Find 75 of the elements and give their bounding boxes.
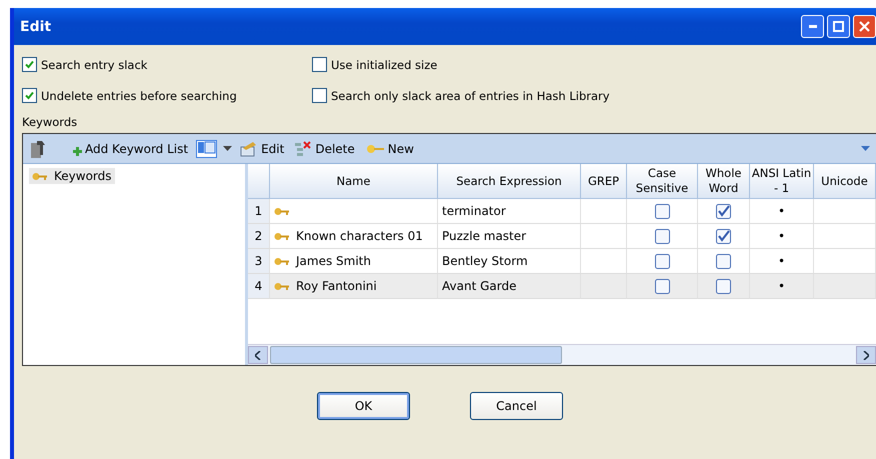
table-cell — [814, 249, 876, 274]
checkbox[interactable] — [22, 88, 37, 103]
option-label: Use initialized size — [331, 58, 438, 72]
key-icon — [274, 232, 290, 240]
table-cell: • — [750, 224, 814, 249]
dialog-button[interactable]: OK — [317, 392, 410, 420]
column-header[interactable]: Name — [270, 164, 438, 199]
column-header[interactable]: Whole Word — [698, 164, 750, 199]
dialog-button[interactable]: Cancel — [470, 392, 563, 420]
key-icon — [32, 172, 48, 180]
checkbox[interactable] — [716, 228, 731, 244]
table-cell — [814, 274, 876, 299]
checkbox[interactable] — [716, 254, 731, 268]
key-icon — [274, 256, 290, 266]
checkbox[interactable] — [716, 204, 731, 218]
edit-icon — [240, 140, 258, 156]
checkbox[interactable] — [654, 228, 670, 244]
table-cell: terminator — [438, 199, 581, 224]
checkbox[interactable] — [22, 57, 37, 72]
table-cell — [814, 199, 876, 224]
name-text: James Smith — [296, 254, 371, 268]
layout-icon[interactable] — [196, 140, 218, 158]
dropdown-icon[interactable] — [223, 146, 232, 151]
maximize-button[interactable] — [827, 15, 850, 38]
checkbox[interactable] — [654, 254, 670, 268]
row-number-header — [248, 164, 270, 199]
table-cell: Bentley Storm — [438, 249, 581, 274]
table-cell — [814, 224, 876, 249]
scroll-thumb[interactable] — [270, 346, 562, 364]
delete-icon — [294, 140, 312, 156]
minimize-button[interactable] — [801, 15, 824, 38]
checkbox[interactable] — [654, 204, 670, 218]
row-number: 2 — [248, 224, 270, 249]
dropdown-icon[interactable] — [861, 146, 870, 151]
maximize-icon — [833, 21, 844, 32]
row-number: 1 — [248, 199, 270, 224]
table-cell: Avant Garde — [438, 274, 581, 299]
row-number: 4 — [248, 274, 270, 299]
close-icon — [859, 21, 870, 32]
tree-item[interactable]: Keywords — [29, 168, 115, 184]
minimize-icon — [808, 25, 816, 28]
table-cell: • — [750, 249, 814, 274]
option-label: Search only slack area of entries in Hash Library — [331, 88, 610, 102]
name-text: Known characters 01 — [296, 229, 423, 243]
key-icon — [274, 282, 290, 290]
option-label: Search entry slack — [41, 58, 148, 72]
table-cell: Puzzle master — [438, 224, 581, 249]
table-cell: • — [750, 199, 814, 224]
column-header[interactable]: Case Sensitive — [627, 164, 698, 199]
toolbar-button[interactable]: Edit — [238, 140, 286, 156]
column-header[interactable]: Search Expression — [438, 164, 581, 199]
window-title: Edit — [20, 18, 52, 34]
check-icon — [24, 59, 35, 70]
checkbox[interactable] — [312, 57, 327, 72]
key-icon — [274, 206, 290, 216]
plus-icon — [73, 146, 82, 156]
horizontal-scrollbar[interactable] — [248, 344, 876, 365]
scroll-left-button[interactable] — [248, 346, 268, 364]
toolbar-button[interactable]: New — [362, 142, 416, 156]
check-icon — [24, 90, 35, 101]
table-cell: • — [750, 274, 814, 299]
toolbar-button[interactable]: Delete — [292, 140, 357, 156]
option-label: Undelete entries before searching — [41, 88, 237, 102]
toolbar-button[interactable]: Add Keyword List — [71, 142, 190, 156]
column-header[interactable]: GREP — [581, 164, 627, 199]
row-number: 3 — [248, 249, 270, 274]
name-text: Roy Fantonini — [296, 279, 377, 293]
section-label: Keywords — [22, 115, 78, 129]
column-header[interactable]: ANSI Latin - 1 — [750, 164, 814, 199]
column-header[interactable]: Unicode — [814, 164, 876, 199]
checkbox[interactable] — [716, 278, 731, 294]
checkbox[interactable] — [312, 88, 327, 103]
checkbox[interactable] — [654, 278, 670, 294]
close-button[interactable] — [853, 15, 876, 38]
scroll-right-button[interactable] — [856, 346, 876, 364]
